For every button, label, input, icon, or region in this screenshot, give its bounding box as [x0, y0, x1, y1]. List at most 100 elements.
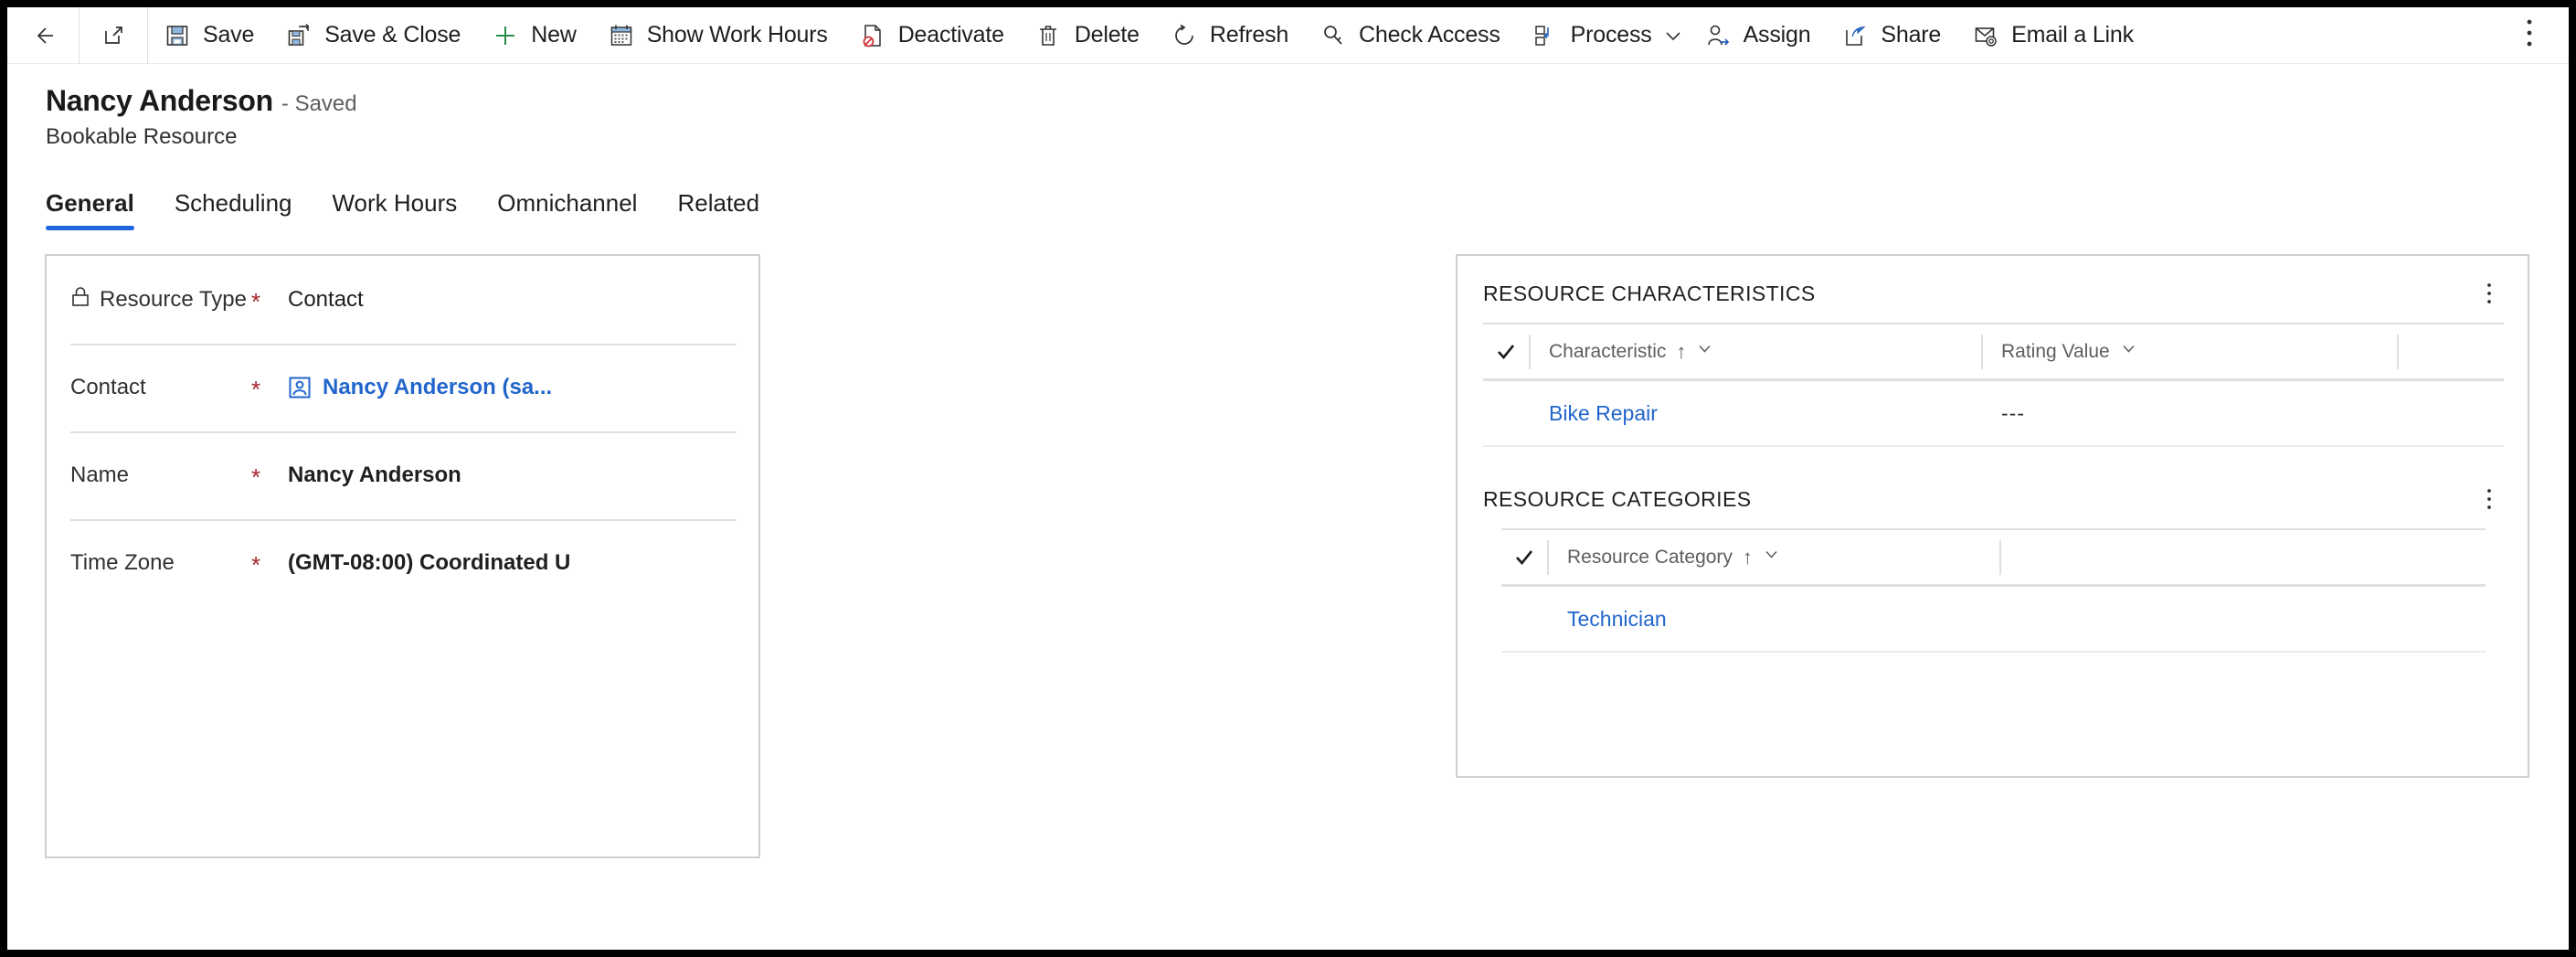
title-row: Nancy Anderson - Saved	[46, 84, 2569, 118]
trash-icon	[1035, 22, 1063, 49]
delete-button-label: Delete	[1074, 22, 1140, 48]
tab-work-hours-label: Work Hours	[332, 189, 458, 217]
column-header-spacer	[1999, 539, 2486, 575]
column-header-rating-value-label: Rating Value	[2001, 340, 2110, 362]
tab-scheduling[interactable]: Scheduling	[154, 189, 313, 230]
resource-categories-grid: Resource Category ↑ Technician	[1501, 528, 2486, 653]
assign-user-icon	[1704, 22, 1732, 49]
open-in-new-window-button[interactable]	[80, 7, 147, 64]
check-access-button[interactable]: Check Access	[1304, 7, 1516, 64]
save-and-close-button-label: Save & Close	[324, 22, 461, 48]
sort-ascending-icon: ↑	[1676, 339, 1687, 363]
required-indicator: *	[251, 288, 261, 315]
save-icon	[164, 22, 191, 49]
sort-ascending-icon: ↑	[1742, 545, 1753, 569]
tab-related[interactable]: Related	[657, 189, 779, 230]
resource-categories-title: RESOURCE CATEGORIES	[1483, 486, 1752, 511]
field-contact-value[interactable]: Nancy Anderson (sa...	[288, 375, 552, 400]
save-button-label: Save	[203, 22, 255, 48]
cell-resource-category: Technician	[1547, 607, 1999, 632]
form-body: Resource Type * Contact Contact * Nancy …	[7, 254, 2569, 894]
back-button[interactable]	[11, 7, 79, 64]
tab-general-label: General	[46, 189, 134, 217]
cell-resource-category-link[interactable]: Technician	[1567, 607, 1667, 631]
check-access-button-label: Check Access	[1359, 22, 1500, 48]
column-header-spacer	[2397, 334, 2504, 369]
process-button[interactable]: Process	[1516, 7, 1658, 64]
chevron-down-icon[interactable]	[2120, 340, 2137, 363]
resource-categories-header: RESOURCE CATEGORIES	[1458, 462, 2528, 514]
command-bar: Save Save & Close New Show Work Hours De…	[7, 7, 2569, 64]
show-work-hours-button-label: Show Work Hours	[646, 22, 828, 48]
column-header-rating-value[interactable]: Rating Value	[1981, 334, 2397, 369]
select-all-checkbox[interactable]	[1501, 548, 1547, 568]
cell-characteristic: Bike Repair	[1529, 401, 1981, 426]
field-name-label: Name	[70, 463, 130, 487]
save-button[interactable]: Save	[148, 7, 270, 64]
lock-icon	[70, 286, 90, 314]
process-chevron-down-icon[interactable]	[1658, 7, 1689, 64]
chevron-down-icon[interactable]	[1763, 546, 1780, 569]
table-row[interactable]: Technician	[1501, 587, 2486, 653]
new-button-label: New	[531, 22, 577, 48]
field-name-value[interactable]: Nancy Anderson	[288, 463, 461, 488]
plus-icon	[492, 22, 519, 49]
record-header: Nancy Anderson - Saved Bookable Resource	[7, 64, 2569, 150]
select-all-checkbox[interactable]	[1483, 342, 1529, 362]
deactivate-icon	[859, 22, 886, 49]
field-time-zone-value[interactable]: (GMT-08:00) Coordinated U	[288, 550, 570, 576]
field-contact-label: Contact	[70, 375, 146, 399]
more-commands-button[interactable]	[2503, 7, 2556, 64]
show-work-hours-button[interactable]: Show Work Hours	[592, 7, 843, 64]
field-resource-type: Resource Type * Contact	[47, 256, 758, 344]
field-name-label-wrap: Name	[70, 463, 251, 488]
new-button[interactable]: New	[476, 7, 591, 64]
resource-categories-more-button[interactable]	[2475, 484, 2504, 514]
refresh-button-label: Refresh	[1209, 22, 1289, 48]
delete-button[interactable]: Delete	[1020, 7, 1155, 64]
column-header-resource-category[interactable]: Resource Category ↑	[1547, 539, 1999, 575]
table-row[interactable]: Bike Repair ---	[1483, 381, 2504, 447]
process-icon	[1532, 22, 1559, 49]
popout-icon	[100, 22, 127, 49]
email-a-link-button-label: Email a Link	[2011, 22, 2134, 48]
save-and-close-button[interactable]: Save & Close	[270, 7, 476, 64]
field-contact: Contact * Nancy Anderson (sa...	[47, 344, 758, 431]
tab-omnichannel-label: Omnichannel	[497, 189, 638, 217]
grid-header-row: Resource Category ↑	[1501, 530, 2486, 587]
field-time-zone-label: Time Zone	[70, 550, 175, 575]
general-form-section: Resource Type * Contact Contact * Nancy …	[45, 254, 760, 858]
resource-categories-section: RESOURCE CATEGORIES Resource Category ↑ …	[1458, 462, 2528, 653]
side-panel: RESOURCE CHARACTERISTICS Characteristic …	[1456, 254, 2529, 778]
app-root: Save Save & Close New Show Work Hours De…	[7, 7, 2569, 950]
deactivate-button[interactable]: Deactivate	[843, 7, 1020, 64]
field-resource-type-value[interactable]: Contact	[288, 287, 364, 313]
tab-work-hours[interactable]: Work Hours	[312, 189, 477, 230]
share-button[interactable]: Share	[1826, 7, 1956, 64]
resource-characteristics-more-button[interactable]	[2475, 279, 2504, 308]
back-arrow-icon	[31, 22, 58, 49]
field-resource-type-label-wrap: Resource Type	[70, 286, 251, 314]
tab-related-label: Related	[677, 189, 760, 217]
refresh-button[interactable]: Refresh	[1155, 7, 1304, 64]
required-indicator: *	[251, 551, 261, 579]
chevron-down-icon[interactable]	[1696, 340, 1713, 363]
entity-name: Bookable Resource	[46, 124, 238, 149]
required-indicator: *	[251, 376, 261, 403]
assign-button[interactable]: Assign	[1689, 7, 1827, 64]
tab-omnichannel[interactable]: Omnichannel	[477, 189, 657, 230]
email-a-link-button[interactable]: Email a Link	[1956, 7, 2149, 64]
field-time-zone: Time Zone * (GMT-08:00) Coordinated U	[47, 519, 758, 607]
more-vertical-icon	[2526, 17, 2533, 53]
assign-button-label: Assign	[1743, 22, 1811, 48]
column-header-resource-category-label: Resource Category	[1567, 546, 1733, 568]
cell-rating-value: ---	[2001, 400, 2025, 425]
column-header-characteristic[interactable]: Characteristic ↑	[1529, 334, 1981, 369]
form-tab-list: General Scheduling Work Hours Omnichanne…	[7, 179, 2569, 230]
tab-general[interactable]: General	[46, 189, 154, 230]
cell-characteristic-link[interactable]: Bike Repair	[1549, 401, 1658, 425]
deactivate-button-label: Deactivate	[897, 22, 1004, 48]
tab-scheduling-label: Scheduling	[174, 189, 292, 217]
resource-characteristics-grid: Characteristic ↑ Rating Value Bike Repai…	[1483, 323, 2504, 447]
email-link-icon	[1972, 22, 1999, 49]
